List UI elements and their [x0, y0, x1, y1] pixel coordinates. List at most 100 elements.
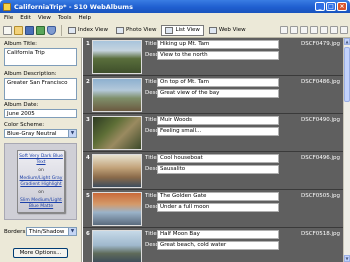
new-document-icon[interactable] [3, 25, 12, 35]
minimize-button[interactable]: _ [315, 2, 325, 11]
tab-list-view[interactable]: List View [161, 24, 204, 36]
photo-thumbnail[interactable] [92, 40, 142, 74]
app-icon [3, 2, 11, 11]
photo-filename: DSCF0496.jpg [301, 155, 340, 161]
photo-description-field[interactable]: Sausalito [157, 165, 279, 174]
color-scheme-label: Color Scheme: [4, 122, 45, 128]
photo-view-icon [115, 26, 124, 34]
rotate-left-icon[interactable] [300, 26, 308, 34]
photo-thumbnail[interactable] [92, 192, 142, 226]
tab-photo-view[interactable]: Photo View [113, 25, 160, 36]
borders-value: Thin/Shadow [29, 229, 65, 235]
toolbar-separator [61, 24, 62, 36]
preview-card: Soft Very Dark Blue Text on Medium/Light… [17, 150, 65, 213]
photo-description-field[interactable]: Under a full moon [157, 203, 279, 212]
photo-description-field[interactable]: Feeling small... [157, 127, 279, 136]
photo-filename: DSCF0486.jpg [301, 79, 340, 85]
preview-highlight-link[interactable]: Medium/Light Gray Gradient Highlight [18, 176, 64, 187]
publish-icon[interactable] [36, 25, 45, 35]
menu-tools[interactable]: Tools [58, 15, 72, 21]
move-up-icon[interactable] [320, 26, 328, 34]
photo-thumbnail[interactable] [92, 230, 142, 262]
photo-filename: DSCF0518.jpg [301, 231, 340, 237]
list-item[interactable]: 2 Title: On top of Mt. Tam DSCF0486.jpg … [83, 76, 343, 114]
help-icon[interactable] [340, 26, 348, 34]
menu-bar: File Edit View Tools Help [0, 13, 350, 23]
album-description-label: Album Description: [4, 71, 57, 77]
tab-index-view-label: Index View [78, 27, 108, 33]
scrollbar-thumb[interactable] [344, 47, 350, 102]
web-view-icon [208, 26, 217, 34]
scroll-up-icon[interactable]: ▲ [344, 38, 350, 45]
photo-thumbnail[interactable] [92, 116, 142, 150]
photo-list: 1 Title: Hiking up Mt. Tam DSCF0479.jpg … [83, 38, 343, 262]
photo-filename: DSCF0505.jpg [301, 193, 340, 199]
move-down-icon[interactable] [330, 26, 338, 34]
photo-description-field[interactable]: View to the north [157, 51, 279, 60]
photo-description-field[interactable]: Great beach, cold water [157, 241, 279, 250]
photo-title-field[interactable]: Cool houseboat [157, 154, 279, 163]
album-title-field[interactable]: California Trip [4, 48, 77, 66]
photo-title-field[interactable]: On top of Mt. Tam [157, 78, 279, 87]
preview-text-link[interactable]: Soft Very Dark Blue Text [18, 154, 64, 165]
photo-title-field[interactable]: Half Moon Bay [157, 230, 279, 239]
preview-matte-link[interactable]: Slim Medium/Light Blue Matte [18, 198, 64, 209]
photo-filename: DSCF0490.jpg [301, 117, 340, 123]
remove-photo-icon[interactable] [290, 26, 298, 34]
vertical-scrollbar[interactable]: ▲ ▼ [343, 38, 350, 262]
menu-edit[interactable]: Edit [20, 15, 31, 21]
borders-label: Borders: [4, 229, 28, 235]
save-icon[interactable] [25, 25, 34, 35]
chevron-down-icon[interactable]: ▼ [68, 228, 76, 235]
list-item[interactable]: 6 Title: Half Moon Bay DSCF0518.jpg Desc… [83, 228, 343, 262]
photo-filename: DSCF0479.jpg [301, 41, 340, 47]
list-item[interactable]: 3 Title: Muir Woods DSCF0490.jpg Desc: F… [83, 114, 343, 152]
color-scheme-value: Blue-Gray Neutral [7, 131, 57, 137]
photo-thumbnail[interactable] [92, 154, 142, 188]
menu-help[interactable]: Help [79, 15, 92, 21]
album-date-field[interactable]: June 2005 [4, 109, 77, 118]
list-item[interactable]: 4 Title: Cool houseboat DSCF0496.jpg Des… [83, 152, 343, 190]
window-title: CaliforniaTrip* - S10 WebAlbums [14, 2, 133, 11]
photo-thumbnail[interactable] [92, 78, 142, 112]
list-item[interactable]: 5 Title: The Golden Gate DSCF0505.jpg De… [83, 190, 343, 228]
photo-description-field[interactable]: Great view of the bay [157, 89, 279, 98]
tab-photo-view-label: Photo View [125, 27, 157, 33]
photo-number: 4 [86, 155, 90, 161]
photo-number: 5 [86, 193, 90, 199]
chevron-down-icon[interactable]: ▼ [68, 130, 76, 137]
photo-number: 6 [86, 231, 90, 237]
index-view-icon [68, 26, 76, 34]
tab-list-view-label: List View [175, 27, 200, 33]
photo-title-field[interactable]: Hiking up Mt. Tam [157, 40, 279, 49]
shield-icon[interactable] [47, 25, 56, 35]
scroll-down-icon[interactable]: ▼ [344, 255, 350, 262]
preview-on-text-1: on [38, 168, 44, 173]
color-scheme-select[interactable]: Blue-Gray Neutral ▼ [4, 129, 77, 138]
more-options-button[interactable]: More Options... [13, 248, 68, 258]
maximize-button[interactable]: □ [326, 2, 336, 11]
photo-title-field[interactable]: Muir Woods [157, 116, 279, 125]
photo-title-field[interactable]: The Golden Gate [157, 192, 279, 201]
photo-number: 3 [86, 117, 90, 123]
rotate-right-icon[interactable] [310, 26, 318, 34]
borders-select[interactable]: Thin/Shadow ▼ [26, 227, 77, 236]
preview-on-text-2: on [38, 190, 44, 195]
album-settings-panel: Album Title: California Trip Album Descr… [0, 38, 82, 262]
list-view-icon [165, 26, 174, 34]
album-description-field[interactable]: Greater San Francisco [4, 78, 77, 100]
tab-web-view-label: Web View [218, 27, 246, 33]
album-date-label: Album Date: [4, 102, 39, 108]
list-item[interactable]: 1 Title: Hiking up Mt. Tam DSCF0479.jpg … [83, 38, 343, 76]
menu-file[interactable]: File [4, 15, 13, 21]
close-button[interactable]: × [337, 2, 347, 11]
menu-view[interactable]: View [38, 15, 51, 21]
photo-number: 1 [86, 41, 90, 47]
tab-web-view[interactable]: Web View [206, 25, 249, 36]
add-photo-icon[interactable] [280, 26, 288, 34]
open-folder-icon[interactable] [14, 25, 23, 35]
tab-index-view[interactable]: Index View [65, 25, 111, 36]
title-bar: CaliforniaTrip* - S10 WebAlbums _ □ × [0, 0, 350, 13]
photo-number: 2 [86, 79, 90, 85]
album-title-label: Album Title: [4, 41, 38, 47]
